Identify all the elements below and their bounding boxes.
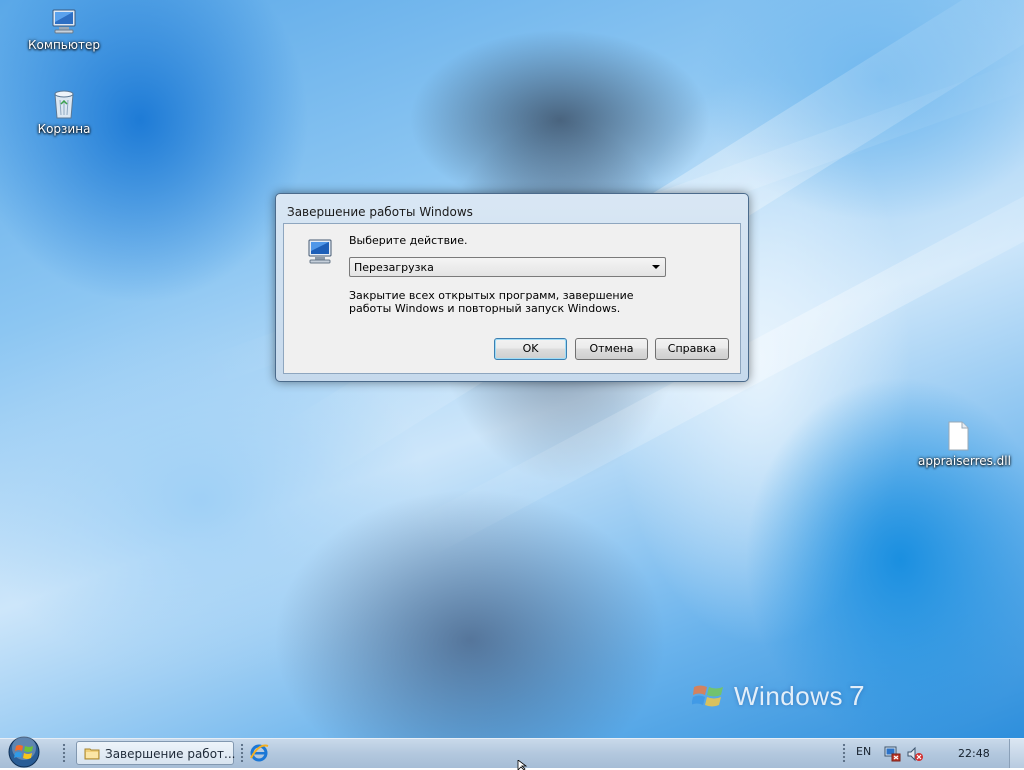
folder-icon — [84, 748, 100, 760]
start-button[interactable] — [4, 735, 44, 769]
file-icon — [948, 421, 969, 451]
windows-7-watermark: Windows 7 — [692, 680, 865, 712]
taskbar-grip[interactable] — [62, 743, 66, 763]
windows-flag-icon — [692, 685, 723, 707]
dialog-body: Выберите действие. Перезагрузка Закрытие… — [283, 223, 741, 374]
volume-muted-icon[interactable] — [906, 746, 924, 762]
clock[interactable]: 22:48 — [958, 747, 990, 760]
show-desktop-button[interactable] — [1009, 739, 1024, 768]
watermark-version: 7 — [848, 680, 866, 711]
watermark-text: Windows — [734, 681, 843, 711]
taskbar-item-shutdown-dialog[interactable]: Завершение работ... — [76, 741, 236, 765]
language-indicator[interactable]: EN — [856, 745, 871, 758]
shutdown-dialog: Завершение работы Windows Выберите дейст… — [275, 193, 749, 382]
selected-action: Перезагрузка — [354, 261, 434, 274]
action-prompt: Выберите действие. — [349, 234, 468, 247]
taskbar-grip[interactable] — [842, 743, 846, 763]
desktop-icon-label: Корзина — [37, 122, 91, 136]
chevron-down-icon — [652, 265, 660, 269]
taskbar-item-label: Завершение работ... — [105, 747, 236, 761]
desktop-icon-computer[interactable]: Компьютер — [24, 8, 104, 52]
mouse-cursor-icon — [517, 760, 528, 770]
shutdown-action-dropdown[interactable]: Перезагрузка — [349, 257, 666, 277]
network-icon[interactable] — [884, 746, 902, 762]
recycle-bin-icon — [54, 90, 74, 119]
taskbar-grip[interactable] — [240, 743, 244, 763]
computer-icon — [308, 239, 332, 264]
desktop-icon-label: appraiserres.dll — [918, 454, 1011, 468]
desktop[interactable]: Компьютер Корзина appraiserres.dll Windo… — [0, 0, 1024, 738]
desktop-icon-file[interactable]: appraiserres.dll — [918, 420, 1011, 468]
ok-button[interactable]: OK — [494, 338, 567, 360]
computer-icon — [52, 9, 76, 34]
help-button[interactable]: Справка — [655, 338, 729, 360]
desktop-icon-recycle-bin[interactable]: Корзина — [24, 88, 104, 136]
dialog-title: Завершение работы Windows — [287, 205, 473, 219]
desktop-icon-label: Компьютер — [28, 38, 100, 52]
cancel-button[interactable]: Отмена — [575, 338, 648, 360]
taskbar: Завершение работ... EN 22:48 — [0, 735, 1024, 769]
internet-explorer-icon[interactable] — [249, 743, 269, 763]
action-description: Закрытие всех открытых программ, заверше… — [349, 289, 634, 315]
